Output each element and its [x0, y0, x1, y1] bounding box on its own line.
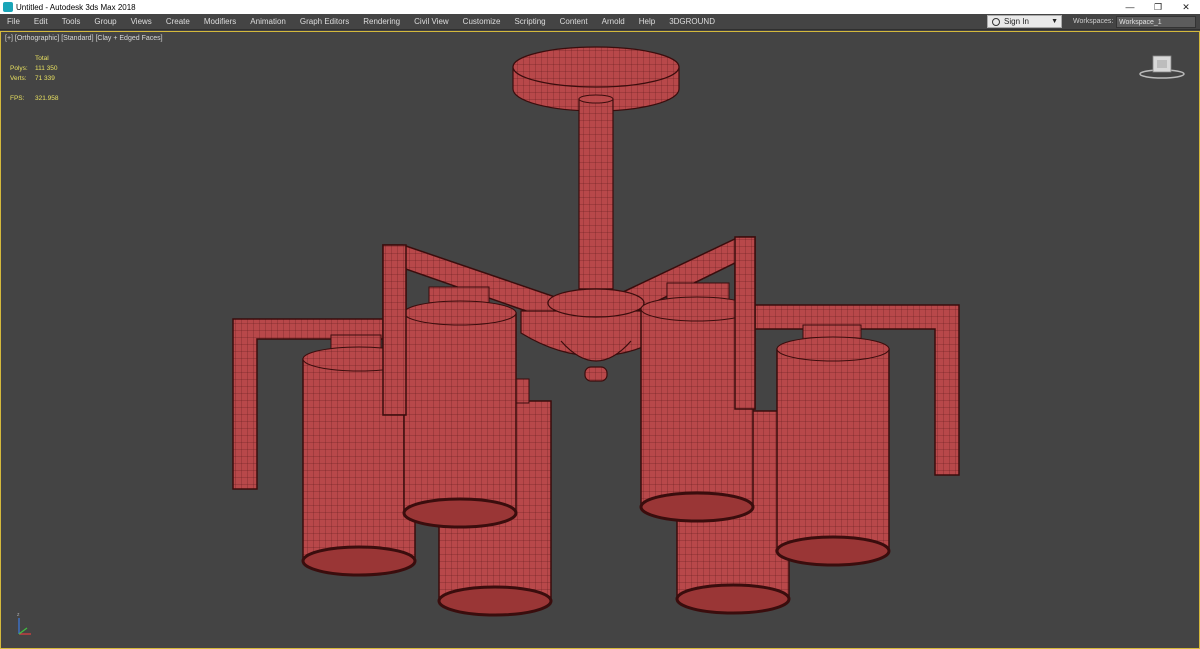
close-button[interactable]: ✕: [1172, 0, 1200, 14]
chevron-down-icon: ▼: [1051, 18, 1058, 25]
viewport[interactable]: [+] [Orthographic] [Standard] [Clay + Ed…: [0, 31, 1200, 649]
sign-in-button[interactable]: Sign In ▼: [987, 15, 1062, 28]
shade-front-left: [402, 286, 518, 529]
menu-file[interactable]: File: [0, 14, 27, 30]
menu-edit[interactable]: Edit: [27, 14, 55, 30]
menu-create[interactable]: Create: [159, 14, 197, 30]
minimize-button[interactable]: —: [1116, 0, 1144, 14]
menu-3dground[interactable]: 3DGROUND: [662, 14, 722, 30]
sign-in-label: Sign In: [1004, 17, 1029, 26]
app-icon: [3, 2, 13, 12]
chandelier-model[interactable]: [1, 32, 1199, 648]
menu-tools[interactable]: Tools: [55, 14, 88, 30]
menu-arnold[interactable]: Arnold: [595, 14, 632, 30]
menu-rendering[interactable]: Rendering: [356, 14, 407, 30]
menu-civil-view[interactable]: Civil View: [407, 14, 456, 30]
center-rod: [578, 94, 614, 290]
menu-bar: File Edit Tools Group Views Create Modif…: [0, 14, 1200, 30]
menu-modifiers[interactable]: Modifiers: [197, 14, 243, 30]
workspace-select[interactable]: Workspace_1: [1116, 16, 1196, 28]
menu-scripting[interactable]: Scripting: [507, 14, 552, 30]
user-icon: [992, 17, 1000, 26]
shade-right: [775, 324, 891, 567]
menu-group[interactable]: Group: [87, 14, 123, 30]
menu-help[interactable]: Help: [632, 14, 662, 30]
menu-customize[interactable]: Customize: [456, 14, 508, 30]
workspaces-label: Workspaces:: [1073, 18, 1114, 25]
title-bar: Untitled - Autodesk 3ds Max 2018 — ❐ ✕: [0, 0, 1200, 14]
menu-views[interactable]: Views: [124, 14, 159, 30]
menu-content[interactable]: Content: [553, 14, 595, 30]
restore-button[interactable]: ❐: [1144, 0, 1172, 14]
window-title: Untitled - Autodesk 3ds Max 2018: [16, 2, 136, 12]
menu-graph-editors[interactable]: Graph Editors: [293, 14, 356, 30]
menu-animation[interactable]: Animation: [243, 14, 293, 30]
